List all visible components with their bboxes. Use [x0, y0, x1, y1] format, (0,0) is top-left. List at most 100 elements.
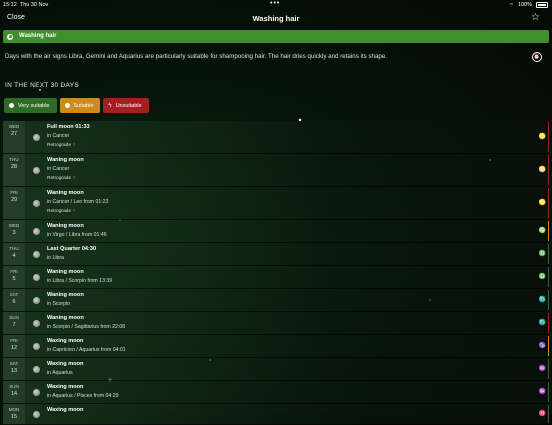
date-box: SAT 6: [3, 289, 25, 311]
day-row[interactable]: FRI 12 Waxing moon in Capricorn / Aquarius …: [3, 335, 549, 358]
weekday-label: SAT: [9, 361, 19, 366]
virgo-libra-icon: ♍: [538, 228, 546, 234]
day-row[interactable]: FRI 29 Waning moon in Cancer / Leo from 01:…: [3, 187, 549, 220]
suitability-bar: [547, 405, 549, 423]
day-number: 12: [10, 345, 18, 351]
day-row[interactable]: SUN 14 Waxing moon in Aquarius / Pisces fro…: [3, 381, 549, 404]
moon-phase-icon: [33, 166, 40, 174]
wifi-icon: ⌔: [508, 2, 514, 9]
retrograde-text: Retrograde: [47, 209, 71, 214]
filter-label: Very suitable: [18, 102, 50, 109]
zodiac-sign-label: in Virgo / Libra from 01:46: [47, 232, 107, 238]
zodiac-sign-label: in Aquarius / Pisces from 04:29: [47, 393, 119, 399]
day-number: 7: [12, 322, 16, 328]
moon-phase-icon: [33, 199, 40, 207]
weekday-label: SUN: [9, 315, 19, 320]
moon-phase-label: Waxing moon: [47, 361, 84, 367]
weekday-label: FRI: [10, 190, 18, 195]
date-box: FRI 12: [3, 335, 25, 357]
suitability-bar: [547, 336, 549, 356]
date-box: SUN 7: [3, 312, 25, 334]
weekday-label: SUN: [9, 384, 19, 389]
day-row[interactable]: SAT 13 Waxing moon in Aquarius ♒: [3, 358, 549, 381]
section-title: IN THE NEXT 30 DAYS: [5, 82, 79, 89]
description-text: Days with the air signs Libra, Gemini an…: [5, 53, 387, 60]
suitability-bar: [547, 244, 549, 264]
weekday-label: SAT: [9, 292, 19, 297]
mercury-retrograde-icon: ☿: [72, 142, 77, 148]
unsuitable-bolt-icon: ϟ: [108, 102, 112, 109]
day-row[interactable]: SUN 7 Waning moon in Scorpio / Sagittarius …: [3, 312, 549, 335]
date-box: FRI 5: [3, 266, 25, 288]
capricorn-aquarius-icon: ♑: [538, 343, 546, 349]
radio-selected-icon: [7, 33, 13, 40]
filter-unsuitable[interactable]: ϟ Unsuitable: [103, 98, 149, 113]
day-number: 13: [10, 368, 18, 374]
suitability-bar: [547, 290, 549, 310]
day-row[interactable]: MON 15 Waxing moon ♓: [3, 404, 549, 425]
favorite-star-icon[interactable]: ☆: [531, 12, 540, 23]
day-number: 27: [10, 131, 18, 137]
day-row[interactable]: WED 3 Waning moon in Virgo / Libra from 01:…: [3, 220, 549, 243]
multitasking-dots-icon[interactable]: •••: [270, 0, 280, 7]
zodiac-sign-label: in Cancer: [47, 166, 70, 172]
date-box: SUN 14: [3, 381, 25, 403]
suitability-bar: [547, 122, 549, 152]
banner-label: Washing hair: [19, 33, 57, 39]
day-number: 15: [10, 414, 18, 420]
suitability-bar: [547, 382, 549, 402]
battery-icon: [536, 2, 548, 8]
day-number: 14: [10, 391, 18, 397]
moon-phase-icon: [33, 342, 40, 350]
filter-suitable[interactable]: Suitable: [59, 98, 101, 113]
suitability-bar: [547, 359, 549, 379]
filter-chips: Very suitable Suitable ϟ Unsuitable: [4, 98, 149, 113]
zodiac-sign-label: in Libra: [47, 255, 65, 261]
weekday-label: THU: [9, 157, 19, 162]
moon-phase-label: Waning moon: [47, 269, 84, 275]
weekday-label: WED: [8, 124, 20, 129]
zodiac-sign-label: in Cancer: [47, 133, 70, 139]
date-box: WED 3: [3, 220, 25, 242]
date-box: THU 28: [3, 154, 25, 186]
day-number: 5: [12, 276, 16, 282]
zodiac-sign-label: in Scorpio: [47, 301, 71, 307]
moon-phase-label: Waning moon: [47, 157, 84, 163]
cancer-leo-icon: ♋: [538, 200, 546, 206]
moon-phase-icon: [33, 273, 40, 281]
very-suitable-icon: [9, 103, 14, 108]
category-banner: Washing hair: [3, 30, 549, 43]
scorpio-sagittarius-icon: ♏: [538, 320, 546, 326]
zodiac-sign-label: in Scorpio / Sagittarius from 22:08: [47, 324, 126, 330]
zodiac-sign-label: in Libra / Scorpio from 13:39: [47, 278, 113, 284]
libra-icon: ♎: [538, 251, 546, 257]
day-number: 6: [12, 299, 16, 305]
moon-phase-label: Waxing moon: [47, 338, 84, 344]
alarm-clock-icon[interactable]: ⏰: [532, 52, 542, 62]
date-box: FRI 29: [3, 187, 25, 219]
day-row[interactable]: WED 27 Full moon 01:33 in Cancer Retrograde …: [3, 121, 549, 154]
suitability-bar: [547, 221, 549, 241]
suitable-icon: [64, 103, 70, 108]
day-row[interactable]: FRI 5 Waning moon in Libra / Scorpio from 1…: [3, 266, 549, 289]
battery-percent: 100%: [517, 2, 532, 8]
scorpio-icon: ♏: [538, 297, 546, 303]
status-time: 15:12: [3, 1, 17, 8]
day-row[interactable]: THU 28 Waning moon in Cancer Retrograde ☿ ♋: [3, 154, 549, 187]
days-list: WED 27 Full moon 01:33 in Cancer Retrograde …: [3, 121, 549, 425]
weekday-label: FRI: [10, 269, 18, 274]
retrograde-label: Retrograde ☿: [47, 208, 76, 214]
suitability-bar: [547, 313, 549, 333]
filter-very-suitable[interactable]: Very suitable: [4, 98, 57, 113]
retrograde-label: Retrograde ☿: [47, 142, 76, 148]
cancer-icon: ♋: [538, 167, 546, 173]
moon-phase-icon: [33, 410, 40, 418]
moon-phase-icon: [33, 365, 40, 373]
mercury-retrograde-icon: ☿: [72, 208, 77, 214]
day-row[interactable]: THU 4 Last Quarter 04:30 in Libra ♎: [3, 243, 549, 266]
suitability-bar: [547, 155, 549, 185]
day-row[interactable]: SAT 6 Waning moon in Scorpio ♏: [3, 289, 549, 312]
moon-phase-icon: [33, 296, 40, 304]
moon-phase-label: Waxing moon: [47, 384, 84, 390]
date-box: SAT 13: [3, 358, 25, 380]
